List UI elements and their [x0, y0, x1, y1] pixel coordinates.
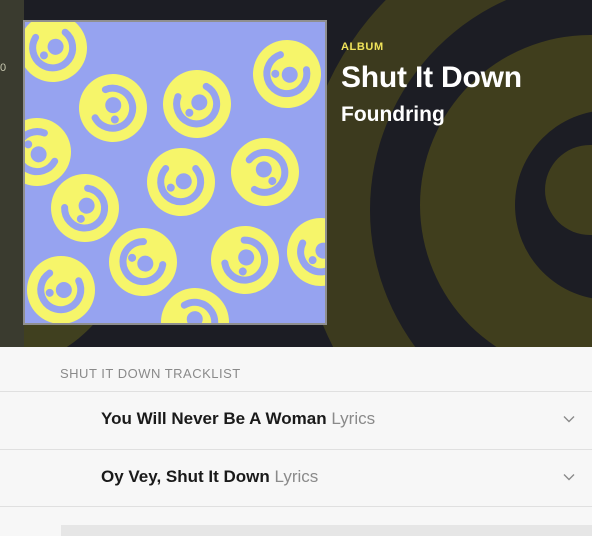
track-row[interactable]: You Will Never Be A Woman Lyrics	[0, 391, 592, 449]
track-row[interactable]: Oy Vey, Shut It Down Lyrics	[0, 449, 592, 507]
album-header: 0 ALBUM Shut It Down Foundring	[0, 0, 592, 347]
sidebar-edge: 0	[0, 0, 24, 347]
album-type-label: ALBUM	[341, 41, 384, 53]
track-lyrics-label[interactable]: Lyrics	[331, 409, 375, 428]
album-meta: ALBUM Shut It Down Foundring	[341, 41, 522, 127]
track-title-link[interactable]: Oy Vey, Shut It Down Lyrics	[101, 467, 318, 487]
sidebar-fragment: 0	[0, 62, 7, 74]
chevron-down-icon[interactable]	[563, 473, 575, 481]
track-title[interactable]: You Will Never Be A Woman	[101, 409, 327, 428]
track-title-link[interactable]: You Will Never Be A Woman Lyrics	[101, 409, 375, 429]
album-cover	[23, 20, 327, 325]
tracklist-heading: SHUT IT DOWN TRACKLIST	[60, 366, 241, 381]
track-title[interactable]: Oy Vey, Shut It Down	[101, 467, 270, 486]
next-section-edge	[61, 525, 592, 536]
chevron-down-icon[interactable]	[563, 415, 575, 423]
album-artist-link[interactable]: Foundring	[341, 103, 522, 127]
album-cover-art	[25, 22, 325, 323]
album-title: Shut It Down	[341, 61, 522, 94]
track-lyrics-label[interactable]: Lyrics	[275, 467, 319, 486]
